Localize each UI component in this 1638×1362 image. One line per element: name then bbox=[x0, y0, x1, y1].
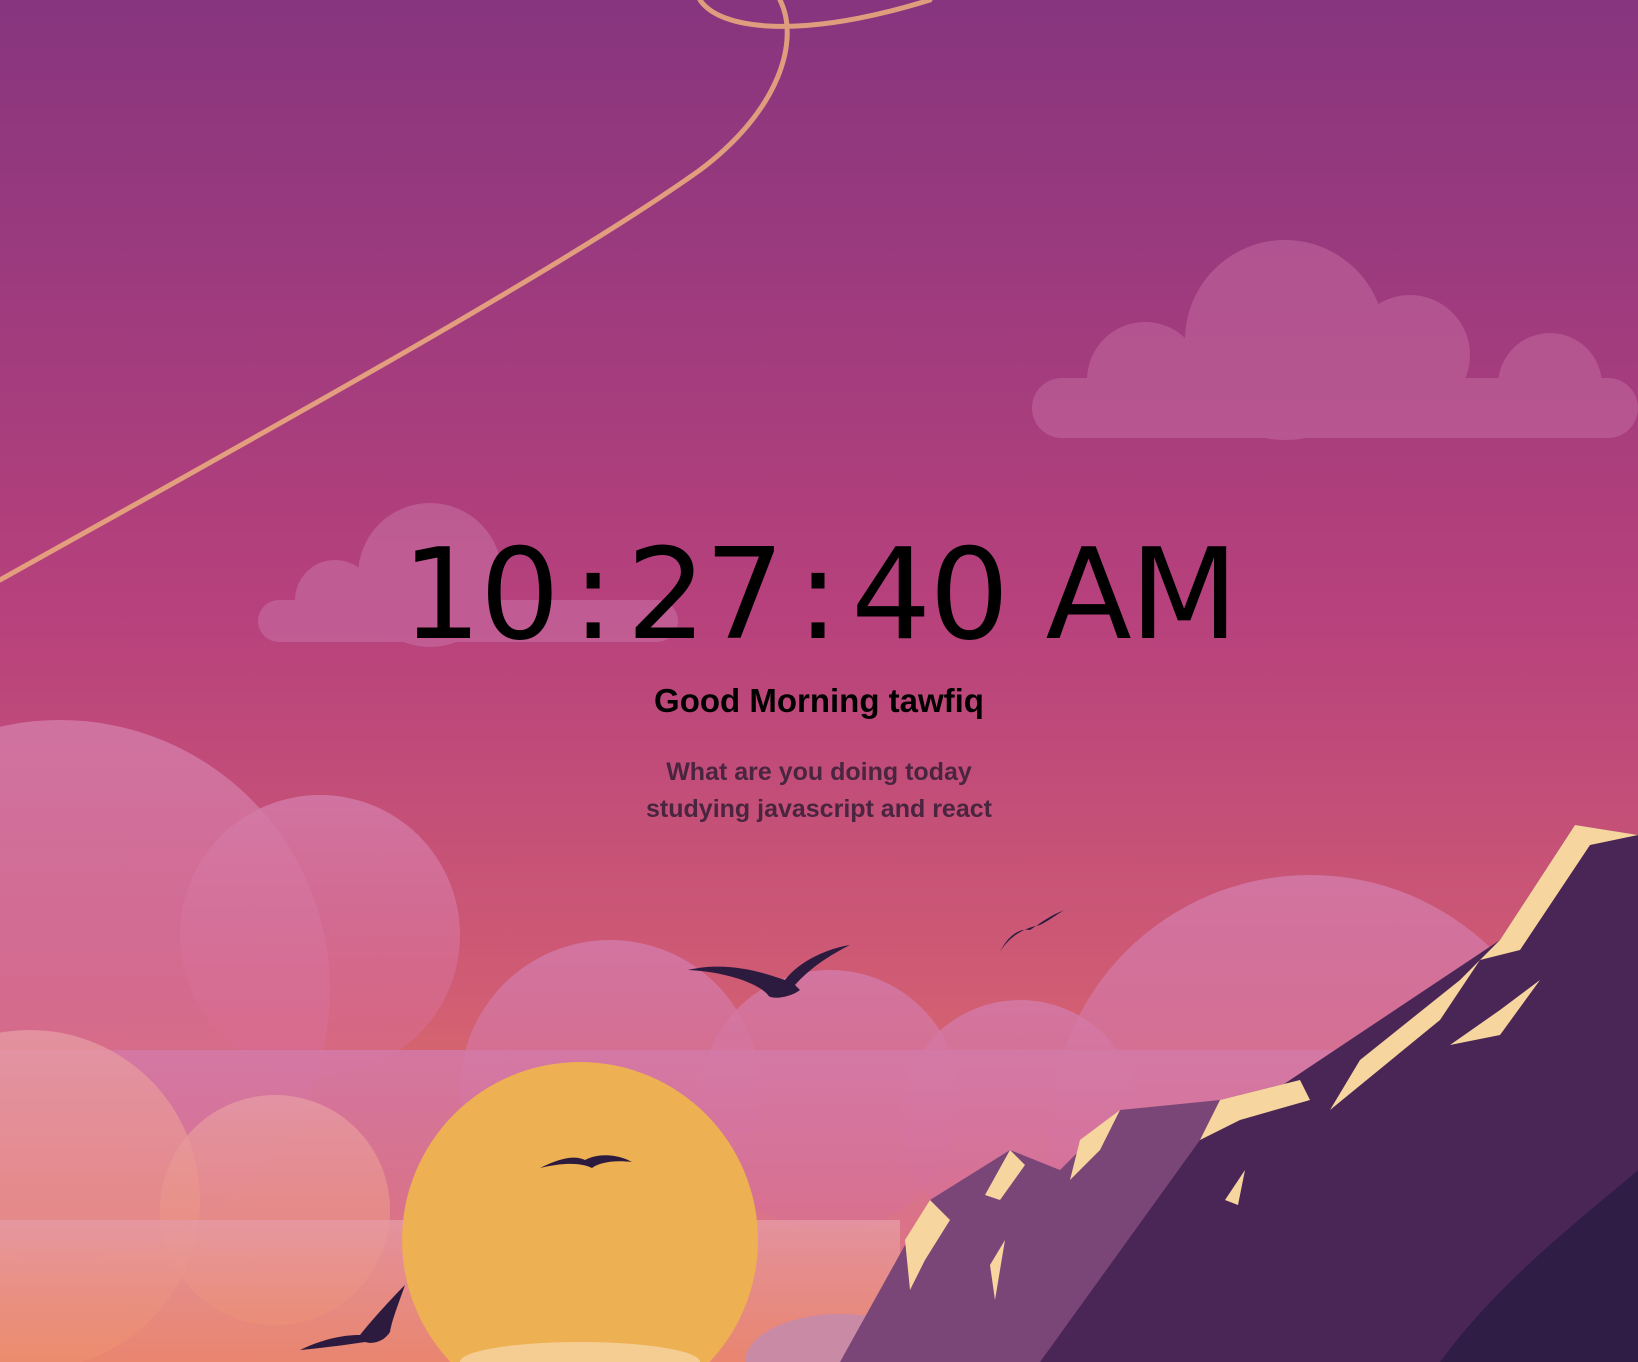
clock-minutes: 27 bbox=[626, 521, 784, 668]
focus-answer-field[interactable]: studying javascript and react bbox=[519, 795, 1119, 824]
clock-separator: : bbox=[796, 521, 839, 668]
greeting-text: Good Morning tawfiq bbox=[654, 682, 984, 719]
clock-separator: : bbox=[571, 521, 614, 668]
clock-time: 10:27:40 AM bbox=[0, 520, 1638, 670]
clock-hours: 10 bbox=[401, 521, 560, 668]
focus-question: What are you doing today bbox=[666, 758, 972, 786]
clock-area: 10:27:40 AM Good Morning tawfiq What are… bbox=[0, 520, 1638, 824]
clock-seconds: 40 bbox=[851, 521, 1009, 668]
clock-period: AM bbox=[1045, 521, 1239, 668]
